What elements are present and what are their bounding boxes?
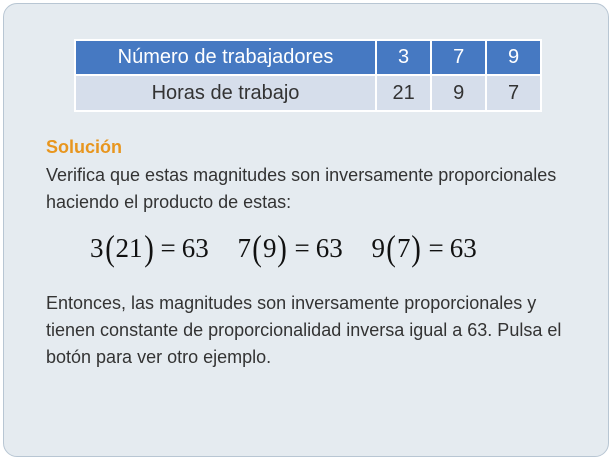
header-label-cell: Número de trabajadores	[73, 39, 378, 76]
header-value-cell: 9	[485, 39, 542, 76]
row-value-cell: 7	[485, 74, 542, 112]
open-paren: (	[386, 228, 396, 268]
equation-3: 9(7) = 63	[371, 230, 476, 266]
solution-conclusion-text: Entonces, las magnitudes son inversament…	[46, 293, 562, 367]
solution-title: Solución	[46, 137, 122, 157]
open-paren: (	[252, 228, 262, 268]
equals-sign: =	[428, 233, 444, 263]
header-value-cell: 7	[430, 39, 488, 76]
table-header-row: Número de trabajadores 3 7 9	[73, 39, 542, 76]
equations-row: 3(21) = 63 7(9) = 63 9(7) = 63	[90, 230, 499, 266]
data-table: Número de trabajadores 3 7 9 Horas de tr…	[73, 39, 542, 112]
row-label-cell: Horas de trabajo	[73, 74, 378, 112]
equals-sign: =	[294, 233, 310, 263]
close-paren: )	[143, 228, 154, 268]
equation-factor: 7	[237, 233, 251, 263]
equals-sign: =	[160, 233, 176, 263]
row-value-cell: 9	[430, 74, 488, 112]
close-paren: )	[277, 228, 288, 268]
equation-result: 63	[315, 233, 343, 263]
equation-factor: 9	[262, 233, 277, 263]
solution-card: Número de trabajadores 3 7 9 Horas de tr…	[3, 3, 609, 457]
equation-2: 7(9) = 63	[237, 230, 342, 266]
close-paren: )	[411, 228, 422, 268]
equation-result: 63	[181, 233, 209, 263]
row-value-cell: 21	[375, 74, 433, 112]
equation-factor: 21	[115, 233, 143, 263]
equation-factor: 9	[371, 233, 385, 263]
open-paren: (	[104, 228, 115, 268]
table-row: Horas de trabajo 21 9 7	[73, 74, 542, 112]
equation-factor: 3	[90, 233, 104, 263]
equation-result: 63	[449, 233, 477, 263]
equation-factor: 7	[396, 233, 411, 263]
header-value-cell: 3	[375, 39, 433, 76]
equation-1: 3(21) = 63	[90, 230, 209, 266]
solution-intro-text: Verifica que estas magnitudes son invers…	[46, 165, 557, 212]
